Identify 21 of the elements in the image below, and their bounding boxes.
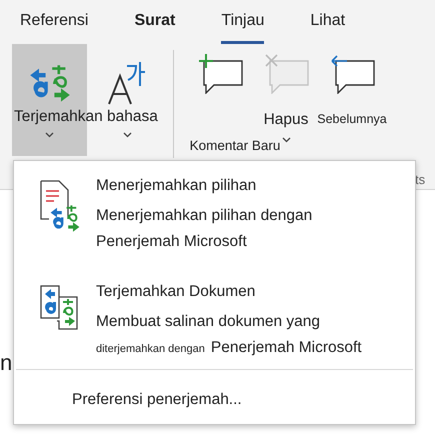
translate-language-label: Terjemahkan bahasa	[14, 106, 159, 127]
menu-item[interactable]: Menerjemahkan pilihan Menerjemahkan pilihan dengan Penerjemah Microsoft	[14, 161, 415, 271]
group-label: ts	[415, 171, 426, 189]
translator-preferences-item[interactable]: Preferensi penerjemah...	[14, 370, 415, 412]
comment-button[interactable]: Sebelumnya	[317, 110, 387, 129]
ribbon-tab[interactable]: Lihat	[310, 9, 346, 44]
chevron-down-icon	[282, 137, 290, 144]
menu-item-title: Terjemahkan Dokumen	[96, 282, 256, 302]
menu-item-title: Menerjemahkan pilihan	[96, 176, 258, 196]
menu-item-description: Penerjemah Microsoft	[210, 339, 362, 356]
menu-item-description: diterjemahkan dengan	[96, 343, 205, 355]
menu-item-description: Menerjemahkan pilihan dengan	[96, 207, 312, 224]
new-comment-button[interactable]: Komentar Baru	[190, 136, 280, 156]
ribbon-tab[interactable]: Referensi	[20, 9, 88, 44]
menu-item-description: Penerjemah Microsoft	[96, 233, 247, 250]
ribbon-tab[interactable]: Surat	[134, 9, 176, 44]
chevron-down-icon	[45, 132, 54, 138]
chevron-down-icon	[122, 132, 132, 138]
menu-item[interactable]: Terjemahkan Dokumen Membuat salinan dokumen yang diterjemahkan dengan Penerjemah Microsoft	[14, 271, 415, 363]
document-text: n	[0, 352, 12, 374]
menu-item-description: Membuat salinan dokumen yang	[96, 313, 320, 330]
